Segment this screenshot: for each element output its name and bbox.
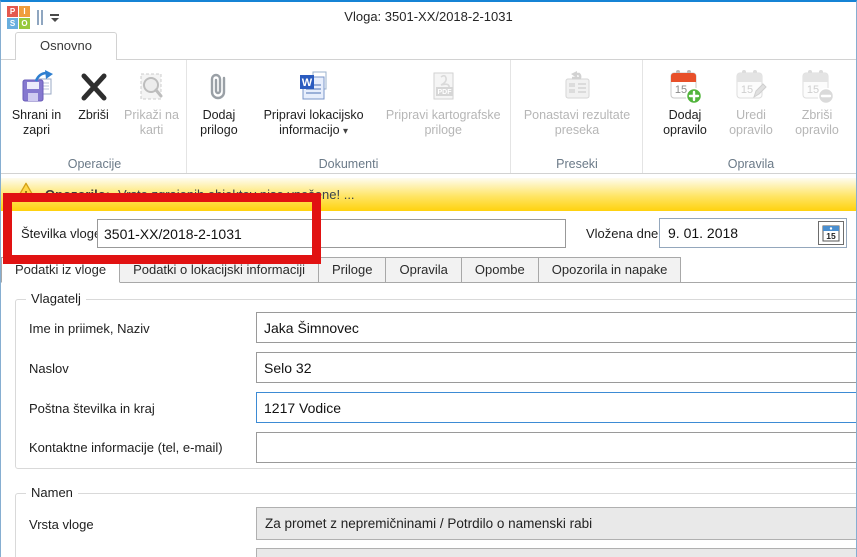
paperclip-icon xyxy=(203,69,235,105)
group-label: Dokumenti xyxy=(187,157,510,171)
prepare-cartographic-attachments-button: PDF Pripravi kartografske priloge xyxy=(376,67,510,138)
calendar-day: 15 xyxy=(807,84,819,96)
date-picker-button[interactable]: 15 xyxy=(818,221,844,245)
application-type-label: Vrsta vloge xyxy=(29,517,94,532)
application-type-value[interactable]: Za promet z nepremičninami / Potrdilo o … xyxy=(256,507,857,540)
reset-results-icon xyxy=(560,69,594,105)
address-label: Naslov xyxy=(29,361,69,376)
calendar-day: 15 xyxy=(675,84,687,96)
postal-code-input[interactable] xyxy=(256,392,857,423)
button-label: Zbriši xyxy=(78,108,109,123)
window-title: Vloga: 3501-XX/2018-2-1031 xyxy=(1,9,856,24)
prepare-location-info-button[interactable]: W Pripravi lokacijsko informacijo ▾ xyxy=(253,67,375,139)
add-attachment-button[interactable]: Dodaj prilogo xyxy=(187,67,251,138)
save-and-close-button[interactable]: Shrani in zapri xyxy=(7,67,67,138)
button-label: Uredi opravilo xyxy=(719,108,783,138)
add-task-button[interactable]: 15 Dodaj opravilo xyxy=(653,67,717,138)
show-on-map-button: Prikaži na karti xyxy=(121,67,183,138)
calendar-remove-icon: 15 xyxy=(799,69,835,105)
button-label: Prikaži na karti xyxy=(121,108,183,138)
magnifier-map-icon xyxy=(136,69,168,105)
name-input[interactable] xyxy=(256,312,857,343)
filed-date-label: Vložena dne xyxy=(586,226,658,241)
pdf-icon: PDF xyxy=(427,69,459,105)
contact-info-input[interactable] xyxy=(256,432,857,463)
button-label: Ponastavi rezultate preseka xyxy=(514,108,640,138)
word-document-icon: W xyxy=(297,69,331,105)
button-label: Zbriši opravilo xyxy=(785,108,849,138)
ribbon-tab-osnovno[interactable]: Osnovno xyxy=(15,32,117,60)
save-icon xyxy=(20,69,54,105)
filed-date-input[interactable] xyxy=(662,221,812,245)
address-input[interactable] xyxy=(256,352,857,383)
button-label: Dodaj prilogo xyxy=(187,108,251,138)
button-label: Pripravi kartografske priloge xyxy=(376,108,510,138)
title-bar: P I S O Vloga: 3501-XX/2018-2-1031 xyxy=(1,2,856,32)
edit-task-button: 15 Uredi opravilo xyxy=(719,67,783,138)
filed-date-field: 15 xyxy=(659,218,847,248)
group-label: Preseki xyxy=(512,157,642,171)
dropdown-arrow-icon: ▾ xyxy=(343,126,348,137)
tab-opombe[interactable]: Opombe xyxy=(461,257,539,283)
tab-priloge[interactable]: Priloge xyxy=(318,257,386,283)
annotation-rectangle xyxy=(3,193,321,264)
group-label: Operacije xyxy=(3,157,186,171)
ribbon-group-preseki: Ponastavi rezultate preseka Preseki xyxy=(512,60,643,173)
ribbon-group-opravila: 15 Dodaj opravilo 15 xyxy=(644,60,857,173)
calendar-edit-icon: 15 xyxy=(733,69,769,105)
calendar-add-icon: 15 xyxy=(667,69,703,105)
calendar-day: 15 xyxy=(741,84,753,96)
button-label: Pripravi lokacijsko informacijo xyxy=(264,108,364,137)
delete-task-button: 15 Zbriši opravilo xyxy=(785,67,849,138)
group-label: Opravila xyxy=(644,157,857,171)
date-picker-day: 15 xyxy=(826,231,836,241)
application-window: P I S O Vloga: 3501-XX/2018-2-1031 Osnov… xyxy=(0,0,857,557)
tab-opravila[interactable]: Opravila xyxy=(385,257,461,283)
ribbon: Shrani in zapri Zbriši xyxy=(1,59,856,174)
button-label: Dodaj opravilo xyxy=(653,108,717,138)
delete-button[interactable]: Zbriši xyxy=(69,67,119,123)
postal-code-label: Poštna številka in kraj xyxy=(29,401,155,416)
delete-x-icon xyxy=(78,69,110,105)
contact-info-label: Kontaktne informacije (tel, e-mail) xyxy=(29,440,223,455)
ribbon-group-operacije: Shrani in zapri Zbriši xyxy=(3,60,187,173)
word-letter: W xyxy=(301,77,312,89)
tab-opozorila-in-napake[interactable]: Opozorila in napake xyxy=(538,257,682,283)
date-picker-calendar-icon: 15 xyxy=(822,225,840,242)
purpose-legend: Namen xyxy=(26,485,78,500)
pdf-label: PDF xyxy=(438,89,453,96)
button-label: Shrani in zapri xyxy=(7,108,67,138)
applicant-legend: Vlagatelj xyxy=(26,291,86,306)
ribbon-group-dokumenti: Dodaj prilogo W Prip xyxy=(187,60,511,173)
reset-intersection-results-button: Ponastavi rezultate preseka xyxy=(514,67,640,138)
second-readonly-field[interactable] xyxy=(256,548,857,557)
name-label: Ime in priimek, Naziv xyxy=(29,321,150,336)
